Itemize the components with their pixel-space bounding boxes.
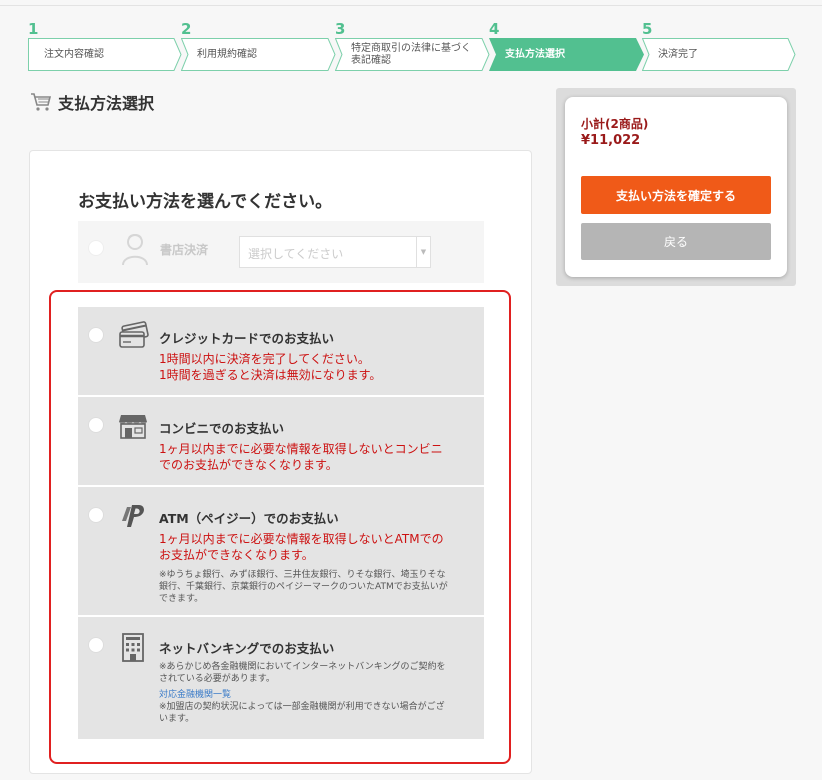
confirm-payment-button[interactable]: 支払い方法を確定する: [581, 176, 771, 214]
atm-bank-list: ※ゆうちょ銀行、みずほ銀行、三井住友銀行、りそな銀行、埼玉りそな 銀行、千葉銀行…: [159, 569, 448, 605]
atm-payeasy-option[interactable]: ATM（ペイジー）でのお支払い 1ヶ月以内までに必要な情報を取得しないとATMで…: [78, 487, 484, 615]
small-line: います。: [159, 714, 195, 724]
progress-steps: 1 注文内容確認 2 利用規約確認 3 特定商取引の法律に基づく 表記確認 4 …: [28, 20, 796, 72]
atm-title: ATM（ペイジー）でのお支払い: [159, 511, 339, 526]
store-icon: [119, 415, 147, 439]
step-1: 1 注文内容確認: [28, 20, 182, 72]
note-line: お支払ができなくなります。: [159, 548, 314, 562]
bookstore-select-placeholder: 選択してください: [248, 247, 344, 261]
payment-method-card: お支払い方法を選んでください。 書店決済 選択してください ▼ クレジットカード…: [29, 150, 532, 774]
netbanking-option[interactable]: ネットバンキングでのお支払い ※あらかじめ各金融機関においてインターネットバンキ…: [78, 617, 484, 739]
step-label: 利用規約確認: [197, 48, 257, 60]
small-line: 銀行、千葉銀行、京葉銀行のペイジーマークのついたATMでお支払いが: [159, 582, 448, 592]
atm-note: 1ヶ月以内までに必要な情報を取得しないとATMでの お支払ができなくなります。: [159, 531, 444, 563]
cart-icon: [31, 93, 52, 111]
chevron-down-icon: ▼: [416, 237, 430, 267]
clerk-icon: [122, 234, 148, 266]
konbini-note: 1ヶ月以内までに必要な情報を取得しないとコンビニ でのお支払ができなくなります。: [159, 441, 443, 473]
small-line: ※ゆうちょ銀行、みずほ銀行、三井住友銀行、りそな銀行、埼玉りそな: [159, 570, 446, 580]
order-summary-box: 小計(2商品) ¥11,022 支払い方法を確定する 戻る: [565, 97, 787, 277]
payeasy-icon: [122, 505, 144, 527]
step-label: 特定商取引の法律に基づく 表記確認: [351, 38, 471, 71]
netbanking-caveat: ※加盟店の契約状況によっては一部金融機関が利用できない場合がござ います。: [159, 701, 445, 725]
note-line: 1時間を過ぎると決済は無効になります。: [159, 368, 382, 382]
back-button[interactable]: 戻る: [581, 223, 771, 260]
bank-building-icon: [122, 633, 144, 662]
credit-card-radio[interactable]: [88, 327, 104, 343]
bookstore-radio: [88, 240, 104, 256]
credit-card-title: クレジットカードでのお支払い: [159, 331, 335, 346]
note-line: 1ヶ月以内までに必要な情報を取得しないとコンビニ: [159, 442, 443, 456]
step-2: 2 利用規約確認: [181, 20, 336, 72]
step-number: 1: [28, 20, 39, 38]
note-line: 1ヶ月以内までに必要な情報を取得しないとATMでの: [159, 532, 444, 546]
step-number: 3: [335, 20, 346, 38]
atm-radio[interactable]: [88, 507, 104, 523]
supported-banks-link[interactable]: 対応金融機関一覧: [159, 689, 231, 701]
konbini-option[interactable]: コンビニでのお支払い 1ヶ月以内までに必要な情報を取得しないとコンビニ でのお支…: [78, 397, 484, 485]
step-label: 決済完了: [658, 48, 698, 60]
netbanking-requirement: ※あらかじめ各金融機関においてインターネットバンキングのご契約を されている必要…: [159, 661, 445, 685]
page-title: 支払方法選択: [30, 90, 154, 114]
small-line: できます。: [159, 594, 204, 604]
note-line: でのお支払ができなくなります。: [159, 458, 338, 472]
small-line: ※あらかじめ各金融機関においてインターネットバンキングのご契約を: [159, 662, 446, 672]
step-number: 5: [642, 20, 653, 38]
card-heading: お支払い方法を選んでください。: [78, 192, 333, 212]
konbini-title: コンビニでのお支払い: [159, 421, 285, 436]
step-4-active: 4 支払方法選択: [489, 20, 644, 72]
page-title-text: 支払方法選択: [58, 94, 155, 113]
step-label: 支払方法選択: [505, 48, 565, 60]
subtotal-label: 小計(2商品): [581, 117, 649, 131]
netbanking-title: ネットバンキングでのお支払い: [159, 641, 335, 656]
small-line: されている必要があります。: [159, 674, 275, 684]
step-5: 5 決済完了: [642, 20, 796, 72]
order-summary-panel: 小計(2商品) ¥11,022 支払い方法を確定する 戻る: [556, 88, 796, 286]
netbanking-radio[interactable]: [88, 637, 104, 653]
step-number: 2: [181, 20, 192, 38]
credit-card-note: 1時間以内に決済を完了してください。 1時間を過ぎると決済は無効になります。: [159, 351, 381, 383]
step-label-line: 特定商取引の法律に基づく: [351, 42, 471, 54]
konbini-radio[interactable]: [88, 417, 104, 433]
note-line: 1時間以内に決済を完了してください。: [159, 352, 370, 366]
step-label: 注文内容確認: [44, 48, 104, 60]
credit-card-icon: [119, 321, 149, 348]
step-3: 3 特定商取引の法律に基づく 表記確認: [335, 20, 490, 72]
bookstore-payment-option: 書店決済 選択してください ▼: [78, 221, 484, 283]
subtotal-value: ¥11,022: [581, 133, 641, 148]
credit-card-option[interactable]: クレジットカードでのお支払い 1時間以内に決済を完了してください。 1時間を過ぎ…: [78, 307, 484, 395]
step-number: 4: [489, 20, 500, 38]
top-divider: [0, 5, 822, 6]
bookstore-label: 書店決済: [160, 243, 209, 257]
bookstore-select: 選択してください ▼: [239, 236, 431, 268]
step-label-line: 表記確認: [351, 54, 391, 66]
small-line: ※加盟店の契約状況によっては一部金融機関が利用できない場合がござ: [159, 702, 445, 712]
